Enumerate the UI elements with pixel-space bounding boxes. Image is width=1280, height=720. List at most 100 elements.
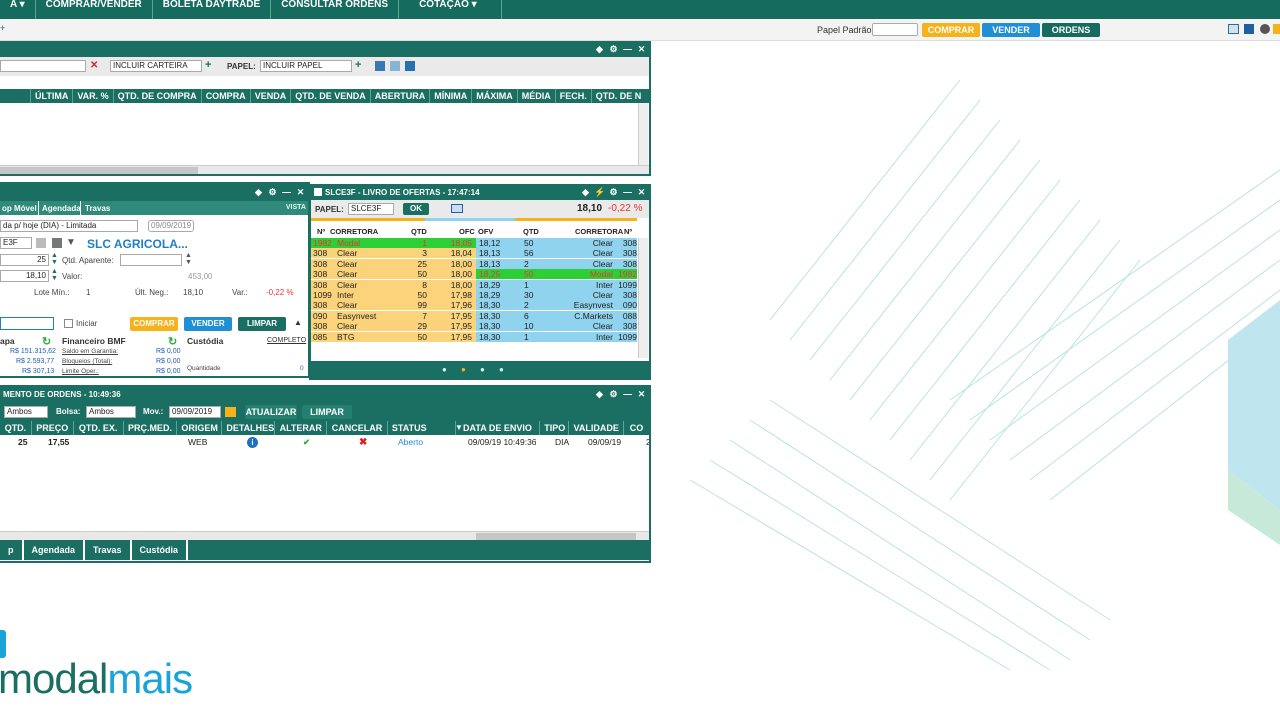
sell-button[interactable]: VENDER <box>982 23 1040 37</box>
qty-stepper-icon[interactable]: ▲ ▼ <box>51 252 58 266</box>
col-detalhes[interactable]: DETALHES <box>221 421 274 435</box>
close-icon[interactable]: ✕ <box>636 187 647 198</box>
book-row[interactable]: 1982 Modal 1 18,05 18,12 50 Clear 308 <box>311 238 637 248</box>
minimize-icon[interactable]: — <box>281 187 292 198</box>
col-tipo[interactable]: TIPO <box>539 421 568 435</box>
wallet-select[interactable] <box>0 60 86 72</box>
close-icon[interactable]: ✕ <box>295 187 306 198</box>
book-icon[interactable] <box>52 238 62 248</box>
col-co[interactable]: CO <box>623 421 649 435</box>
cancel-icon[interactable]: ✖ <box>359 436 367 449</box>
book-row[interactable]: 308 Clear 50 18,00 18,25 50 Modal 1982 <box>311 269 637 280</box>
grid-icon[interactable] <box>451 204 463 213</box>
col-origem[interactable]: ORIGEM <box>176 421 221 435</box>
minimize-icon[interactable]: — <box>622 389 633 400</box>
buy-button[interactable]: COMPRAR <box>130 317 178 331</box>
papel-padrao-input[interactable] <box>872 23 918 36</box>
minimize-icon[interactable]: — <box>622 187 633 198</box>
status-sort-icon[interactable]: ▼ <box>455 423 463 432</box>
iniciar-checkbox[interactable] <box>64 319 73 328</box>
orders-button[interactable]: ORDENS <box>1042 23 1100 37</box>
book-papel-input[interactable]: SLCE3F <box>348 203 394 215</box>
col-abertura[interactable]: ABERTURA <box>369 89 430 103</box>
col-maxima[interactable]: MÁXIMA <box>471 89 517 103</box>
watchlist-hscroll[interactable] <box>0 165 649 174</box>
menu-item-boleta-daytrade[interactable]: BOLETA DAYTRADE <box>153 0 272 19</box>
filter-select[interactable]: Ambos <box>4 406 48 418</box>
gear-icon[interactable]: ⚙ <box>608 389 619 400</box>
price-stepper-icon[interactable]: ▲ ▼ <box>51 268 58 282</box>
ok-button[interactable]: OK <box>403 203 429 215</box>
clear-button[interactable]: LIMPAR <box>302 405 352 419</box>
col-minima[interactable]: MÍNIMA <box>429 89 471 103</box>
tab-bottom-travas[interactable]: Travas <box>85 540 132 560</box>
tab-travas[interactable]: Travas <box>85 204 110 213</box>
buy-button[interactable]: COMPRAR <box>922 23 980 37</box>
col-qtd-venda[interactable]: QTD. DE VENDA <box>290 89 370 103</box>
pin-icon[interactable]: ◆ <box>594 44 605 55</box>
col-data-envio[interactable]: DATA DE ENVIO <box>454 421 540 435</box>
gear-icon[interactable]: ⚙ <box>608 187 619 198</box>
aparente-stepper-icon[interactable]: ▲ ▼ <box>185 252 192 266</box>
flash-icon[interactable]: ⚡ <box>594 187 605 198</box>
col-var[interactable]: VAR. % <box>72 89 112 103</box>
book-row[interactable]: 308 Clear 8 18,00 18,29 1 Inter 1099 <box>311 279 637 290</box>
menu-item-cotacao[interactable]: COTAÇÃO ▾ <box>399 0 502 19</box>
bmf-label-3[interactable]: Limite Oper.: <box>62 368 99 375</box>
qtd-aparente-input[interactable] <box>120 254 182 266</box>
date-input[interactable]: 09/09/2019 <box>148 220 194 232</box>
page-dot-4[interactable]: ● <box>499 365 504 374</box>
tab-bottom-custodia[interactable]: Custódia <box>132 540 189 560</box>
qty-input[interactable]: 25 <box>0 254 49 266</box>
calendar-icon[interactable] <box>225 407 236 417</box>
gear-icon[interactable]: ⚙ <box>267 187 278 198</box>
pin-icon[interactable]: ◆ <box>594 389 605 400</box>
col-prc-med[interactable]: PRÇ.MED. <box>122 421 177 435</box>
watchlist-vscroll[interactable] <box>638 103 648 165</box>
col-ultima[interactable]: ÚLTIMA <box>30 89 72 103</box>
sell-button[interactable]: VENDER <box>184 317 232 331</box>
clear-button[interactable]: LIMPAR <box>238 317 286 331</box>
update-button[interactable]: ATUALIZAR <box>245 405 297 419</box>
completo-link[interactable]: COMPLETO <box>267 337 306 344</box>
collapse-icon[interactable]: ▲ <box>294 318 302 327</box>
calc-icon[interactable] <box>36 238 46 248</box>
mov-date-input[interactable]: 09/09/2019 <box>169 406 221 418</box>
col-status[interactable]: STATUS <box>386 421 455 435</box>
page-dot-1[interactable]: ● <box>442 365 447 374</box>
bolsa-select[interactable]: Ambos <box>86 406 136 418</box>
pin-icon[interactable]: ◆ <box>580 187 591 198</box>
col-venda[interactable]: VENDA <box>249 89 291 103</box>
gear-icon[interactable]: ⚙ <box>608 44 619 55</box>
sort-icon[interactable] <box>390 61 400 71</box>
info-icon[interactable]: i <box>247 437 258 448</box>
add-wallet-icon[interactable]: + <box>205 59 211 71</box>
col-qtd-negocios[interactable]: QTD. DE N <box>590 89 646 103</box>
password-input[interactable] <box>0 317 54 330</box>
col-validade[interactable]: VALIDADE <box>568 421 623 435</box>
plus-icon[interactable]: + <box>0 23 5 33</box>
ticker-input[interactable]: E3F <box>0 237 32 249</box>
price-input[interactable]: 18,10 <box>0 270 49 282</box>
col-alterar[interactable]: ALTERAR <box>274 421 326 435</box>
columns-icon[interactable] <box>405 61 415 71</box>
bmf-label-1[interactable]: Saldo em Garantia: <box>62 348 118 355</box>
minimize-icon[interactable]: — <box>622 44 633 55</box>
monitor-icon[interactable] <box>1228 24 1239 34</box>
col-preco[interactable]: PREÇO <box>30 421 73 435</box>
add-paper-icon[interactable]: + <box>355 59 361 71</box>
menu-item-comprar-vender[interactable]: COMPRAR/VENDER <box>36 0 153 19</box>
table-row[interactable]: 25 17,55 WEB i ✔ ✖ Aberto 09/09/19 10:49… <box>0 436 649 449</box>
book-row[interactable]: 308 Clear 99 17,96 18,30 2 Easynvest 090 <box>311 300 637 311</box>
refresh-bmf-icon[interactable]: ↻ <box>168 335 177 348</box>
filter-icon[interactable]: ▼ <box>66 237 76 248</box>
book-vscroll[interactable] <box>638 238 648 358</box>
bmf-label-2[interactable]: Bloqueios (Total): <box>62 358 112 365</box>
refresh-bovespa-icon[interactable]: ↻ <box>42 335 51 348</box>
page-dot-3[interactable]: ● <box>480 365 485 374</box>
tab-bottom-p[interactable]: p <box>0 540 24 560</box>
book-row[interactable]: 1099 Inter 50 17,98 18,29 30 Clear 308 <box>311 290 637 300</box>
menu-item-consultar-ordens[interactable]: CONSULTAR ORDENS <box>271 0 400 19</box>
settings-icon[interactable] <box>1260 24 1270 34</box>
close-icon[interactable]: ✕ <box>636 389 647 400</box>
